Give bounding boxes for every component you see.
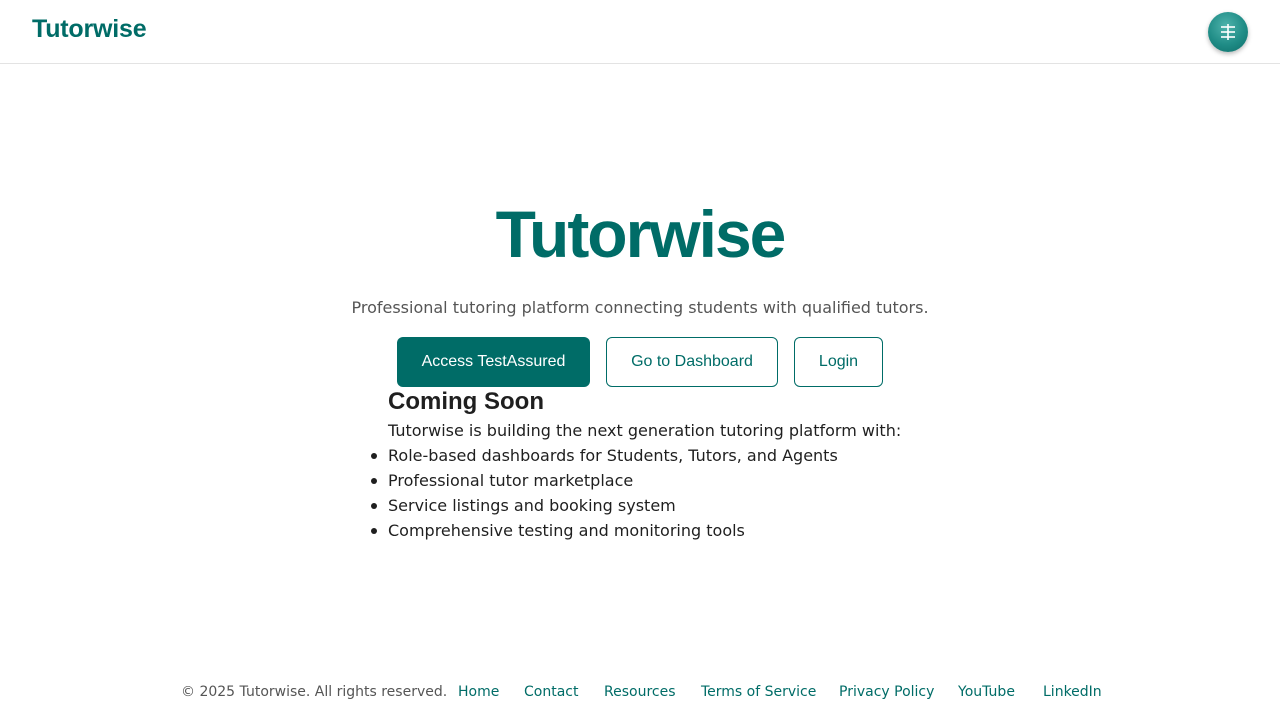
coming-soon-section: Coming Soon Tutorwise is building the ne… [371,386,948,543]
list-item: Service listings and booking system [371,493,948,518]
hero-tagline: Professional tutoring platform connectin… [351,298,929,317]
menu-button[interactable] [1208,12,1248,52]
feature-list: Role-based dashboards for Students, Tuto… [371,443,948,543]
hero-title: Tutorwise [495,197,787,271]
footer-link-youtube[interactable]: YouTube [958,684,1015,700]
list-item: Role-based dashboards for Students, Tuto… [371,443,948,468]
menu-icon [1221,24,1235,40]
footer-link-terms[interactable]: Terms of Service [701,684,816,700]
coming-soon-heading: Coming Soon [388,388,544,415]
footer-link-privacy[interactable]: Privacy Policy [839,684,934,700]
footer: © 2025 Tutorwise. All rights reserved. H… [0,684,1280,704]
go-to-dashboard-button[interactable]: Go to Dashboard [606,337,778,387]
login-button[interactable]: Login [794,337,883,387]
copyright-text: © 2025 Tutorwise. All rights reserved. [181,684,448,700]
footer-link-home[interactable]: Home [458,684,499,700]
list-item: Comprehensive testing and monitoring too… [371,518,948,543]
footer-link-contact[interactable]: Contact [524,684,578,700]
footer-link-linkedin[interactable]: LinkedIn [1043,684,1102,700]
footer-link-resources[interactable]: Resources [604,684,676,700]
coming-soon-intro: Tutorwise is building the next generatio… [388,421,902,440]
top-nav-bar: Tutorwise [0,0,1280,64]
brand-logo[interactable]: Tutorwise [32,15,147,44]
list-item: Professional tutor marketplace [371,468,948,493]
access-testassured-button[interactable]: Access TestAssured [397,337,590,387]
